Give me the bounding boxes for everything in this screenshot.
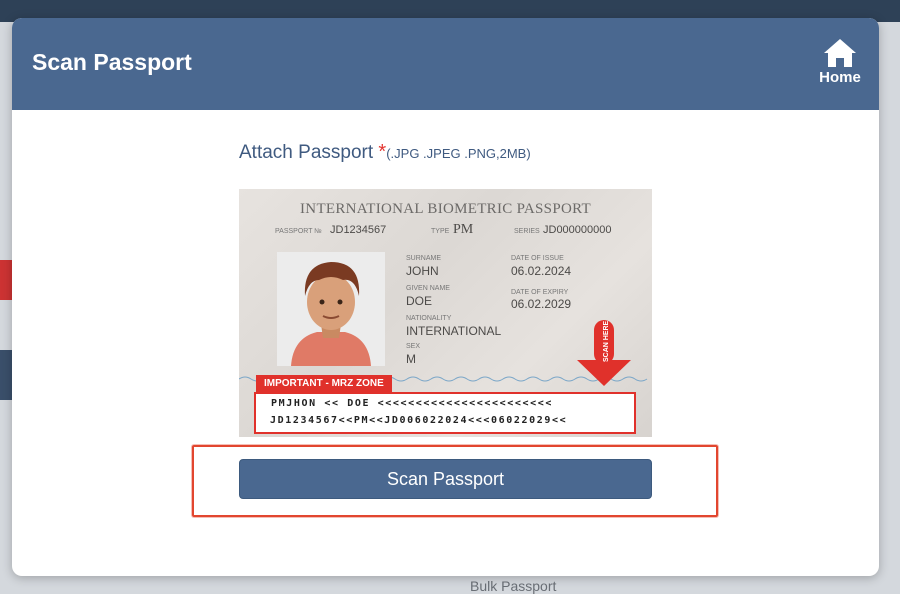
type-value: PM — [453, 222, 474, 237]
scan-here-label: SCAN HERE — [603, 320, 610, 362]
nationality-label: NATIONALITY — [406, 315, 452, 322]
passport-photo — [277, 252, 385, 366]
expiry-date-value: 06.02.2029 — [511, 297, 572, 311]
mrz-line-1: PMJHON << DOE <<<<<<<<<<<<<<<<<<<<<<< — [271, 398, 553, 409]
given-name-value: DOE — [406, 294, 433, 308]
passport-no-label: PASSPORT № — [275, 228, 322, 235]
mrz-zone-tag: IMPORTANT - MRZ ZONE — [256, 375, 392, 393]
background-page-strip — [0, 260, 12, 420]
home-button[interactable]: Home — [808, 38, 872, 92]
allowed-formats: (.JPG .JPEG .PNG,2MB) — [386, 146, 531, 161]
issue-date-label: DATE OF ISSUE — [511, 255, 564, 262]
type-label: TYPE — [431, 228, 450, 235]
issue-date-value: 06.02.2024 — [511, 264, 572, 278]
background-text: Bulk Passport — [470, 578, 557, 594]
attach-passport-label: Attach Passport *(.JPG .JPEG .PNG,2MB) — [239, 141, 531, 164]
passport-title: INTERNATIONAL BIOMETRIC PASSPORT — [300, 201, 591, 217]
mrz-line-2: JD1234567<<PM<<JD006022024<<<06022029<< — [270, 415, 568, 426]
scan-here-arrow: SCAN HERE — [577, 320, 631, 386]
home-label: Home — [819, 69, 861, 86]
expiry-date-label: DATE OF EXPIRY — [511, 289, 569, 296]
nationality-value: INTERNATIONAL — [406, 324, 502, 338]
sex-label: SEX — [406, 343, 421, 350]
given-name-label: GIVEN NAME — [406, 285, 450, 292]
series-value: JD000000000 — [543, 224, 612, 236]
passport-no: JD1234567 — [330, 224, 387, 236]
modal-header: Scan Passport Home — [12, 18, 879, 110]
mrz-zone: PMJHON << DOE <<<<<<<<<<<<<<<<<<<<<<< JD… — [254, 392, 636, 434]
attach-label-text: Attach Passport — [239, 142, 379, 163]
modal-title: Scan Passport — [32, 49, 192, 75]
home-icon — [824, 39, 856, 67]
surname-label: SURNAME — [406, 255, 442, 262]
scan-button-highlight — [192, 445, 718, 517]
passport-sample-image[interactable]: INTERNATIONAL BIOMETRIC PASSPORT PASSPOR… — [239, 189, 652, 437]
sex-value: M — [406, 352, 416, 366]
surname-value: JOHN — [406, 264, 439, 278]
series-label: SERIES — [514, 228, 540, 235]
